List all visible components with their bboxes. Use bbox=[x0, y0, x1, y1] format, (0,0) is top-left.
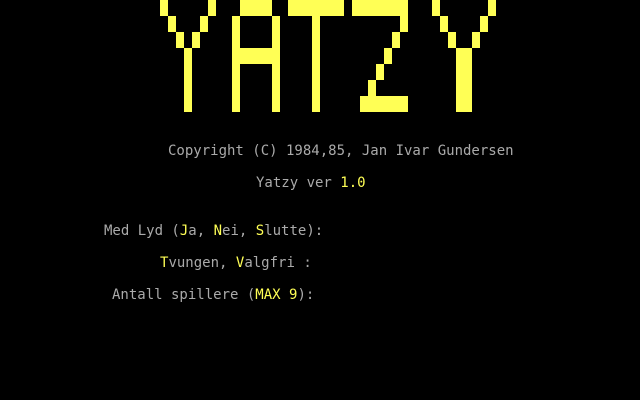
logo-letter-t bbox=[288, 0, 344, 112]
players-prompt-suffix: ): bbox=[297, 287, 315, 303]
mode-option-tvungen-rest: vungen, bbox=[168, 255, 236, 271]
sound-option-slutte-rest: lutte bbox=[264, 223, 307, 239]
sound-option-ja-rest: a, bbox=[188, 223, 214, 239]
mode-prompt[interactable]: Tvungen, Valgfri : bbox=[160, 255, 321, 271]
logo-letter-y2 bbox=[432, 0, 496, 112]
sound-option-nei-rest: ei, bbox=[222, 223, 256, 239]
sound-prompt[interactable]: Med Lyd (Ja, Nei, Slutte): bbox=[104, 223, 332, 239]
sound-option-slutte-key: S bbox=[255, 223, 265, 239]
logo-letter-z bbox=[352, 0, 408, 112]
version-number: 1.0 bbox=[340, 175, 366, 191]
players-input-cursor[interactable] bbox=[314, 287, 323, 301]
players-max-label: MAX 9 bbox=[255, 287, 298, 303]
players-prompt-prefix: Antall spillere ( bbox=[112, 287, 256, 303]
logo-letter-y1 bbox=[160, 0, 216, 112]
copyright-text: Copyright (C) 1984,85, Jan Ivar Gunderse… bbox=[168, 143, 514, 159]
sound-input-cursor[interactable] bbox=[323, 223, 332, 237]
version-label: Yatzy ver bbox=[256, 175, 341, 191]
mode-prompt-suffix: : bbox=[294, 255, 312, 271]
sound-option-nei-key: N bbox=[213, 223, 223, 239]
sound-prompt-suffix: ): bbox=[306, 223, 324, 239]
yatzy-logo bbox=[160, 0, 496, 112]
mode-input-cursor[interactable] bbox=[312, 255, 321, 269]
logo-letter-a bbox=[232, 0, 280, 112]
players-prompt[interactable]: Antall spillere (MAX 9): bbox=[112, 287, 323, 303]
game-screen: Copyright (C) 1984,85, Jan Ivar Gunderse… bbox=[0, 0, 640, 400]
version-line: Yatzy ver 1.0 bbox=[256, 175, 366, 191]
sound-prompt-prefix: Med Lyd ( bbox=[104, 223, 180, 239]
mode-option-valgfri-rest: algfri bbox=[244, 255, 295, 271]
